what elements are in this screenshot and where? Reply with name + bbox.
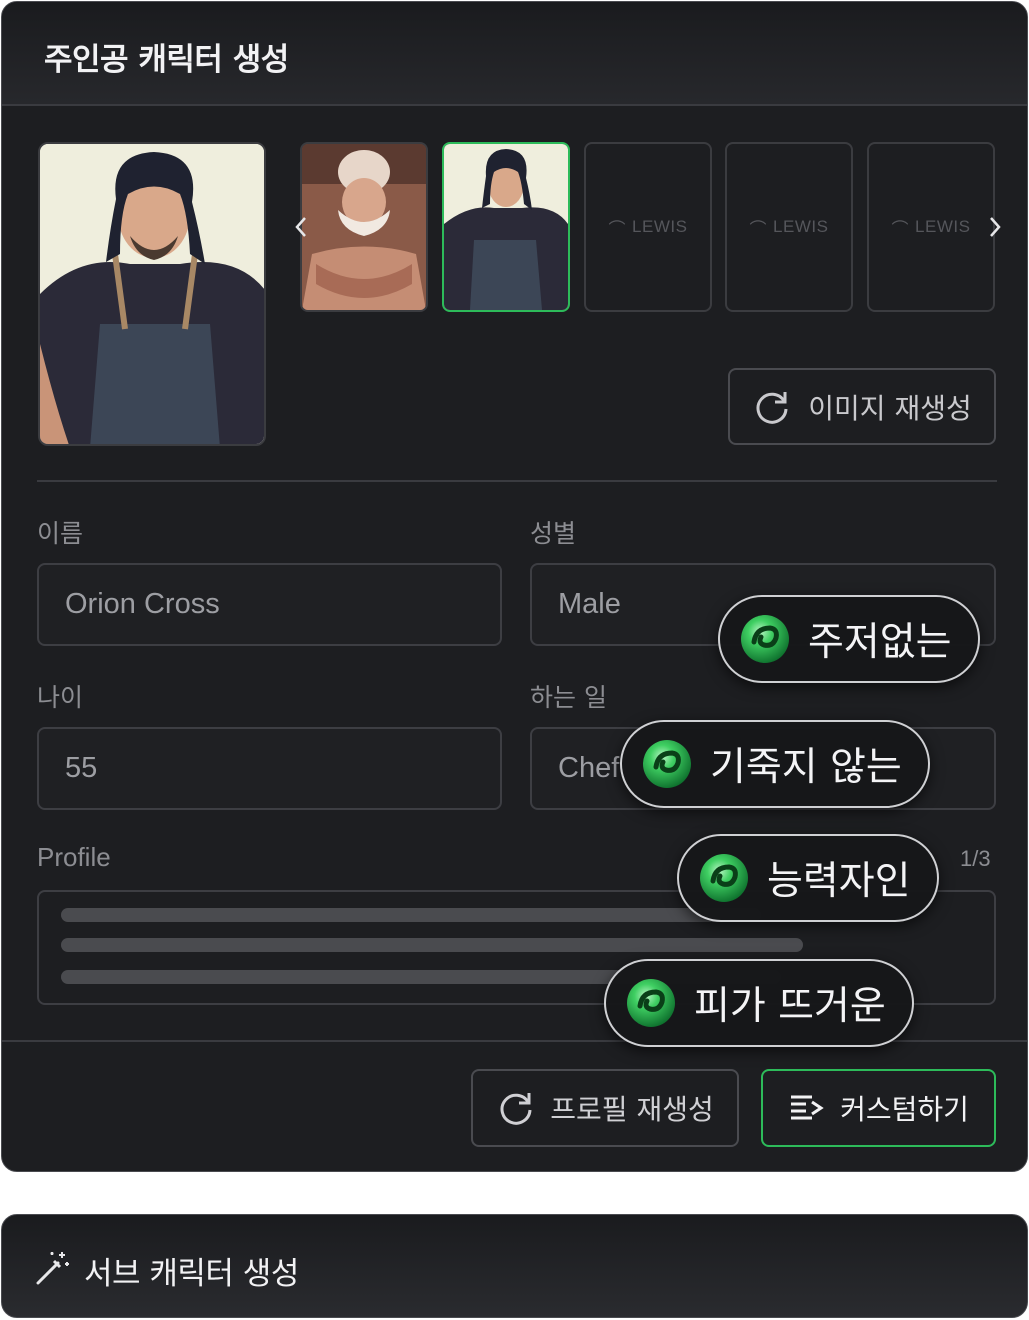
name-label: 이름 — [37, 519, 84, 548]
panel-header: 주인공 캐릭터 생성 — [2, 2, 1027, 106]
trait-chip[interactable]: 주저없는 — [718, 595, 980, 683]
name-field[interactable]: Orion Cross — [37, 563, 502, 646]
chevron-left-icon[interactable] — [288, 202, 314, 252]
swirl-icon — [643, 740, 691, 788]
main-portrait-image — [38, 142, 266, 446]
regenerate-image-button[interactable]: 이미지 재생성 — [728, 368, 996, 445]
list-edit-icon — [791, 1095, 824, 1120]
profile-counter: 1/3 — [960, 846, 991, 871]
trait-chip-label: 능력자인 — [767, 859, 911, 904]
chevron-right-icon[interactable] — [982, 202, 1008, 252]
customize-button[interactable]: 커스텀하기 — [761, 1069, 996, 1147]
age-field[interactable]: 55 — [37, 727, 502, 810]
regenerate-profile-button[interactable]: 프로필 재생성 — [471, 1069, 739, 1147]
swirl-icon — [700, 854, 748, 902]
swirl-icon — [627, 979, 675, 1027]
placeholder-logo: ⌒ LEWIS — [749, 217, 829, 239]
gender-label: 성별 — [530, 519, 577, 548]
sub-character-panel[interactable]: 서브 캐릭터 생성 — [1, 1214, 1028, 1318]
trait-chip[interactable]: 능력자인 — [677, 834, 939, 922]
trait-chip[interactable]: 피가 뜨거운 — [604, 959, 914, 1047]
main-character-panel: 주인공 캐릭터 생성 ⌒ LEWIS ⌒ LEWIS ⌒ LEWIS 이미지 재… — [1, 1, 1028, 1172]
thumbnail-placeholder-3[interactable]: ⌒ LEWIS — [867, 142, 995, 312]
trait-chip-label: 주저없는 — [808, 620, 952, 665]
trait-chip[interactable]: 기죽지 않는 — [620, 720, 930, 808]
thumbnail-placeholder-1[interactable]: ⌒ LEWIS — [584, 142, 712, 312]
thumbnail-selected-man[interactable] — [442, 142, 570, 312]
customize-label: 커스텀하기 — [840, 1093, 969, 1126]
magic-wand-icon — [36, 1252, 69, 1285]
age-label: 나이 — [37, 683, 84, 712]
refresh-icon — [500, 1093, 532, 1125]
trait-chip-label: 기죽지 않는 — [710, 745, 902, 790]
regenerate-profile-label: 프로필 재생성 — [550, 1093, 714, 1126]
swirl-icon — [741, 615, 789, 663]
profile-label: Profile — [37, 842, 111, 872]
thumbnail-placeholder-2[interactable]: ⌒ LEWIS — [725, 142, 853, 312]
regenerate-image-label: 이미지 재생성 — [808, 391, 972, 425]
sub-panel-title: 서브 캐릭터 생성 — [84, 1256, 299, 1292]
placeholder-logo: ⌒ LEWIS — [608, 217, 688, 239]
panel-title: 주인공 캐릭터 생성 — [44, 42, 289, 78]
placeholder-logo: ⌒ LEWIS — [891, 217, 971, 239]
skeleton-line — [61, 908, 761, 922]
thumbnail-chef[interactable] — [300, 142, 428, 312]
skeleton-line — [61, 938, 803, 952]
job-label: 하는 일 — [530, 683, 607, 712]
refresh-icon — [756, 391, 788, 424]
trait-chip-label: 피가 뜨거운 — [694, 984, 886, 1029]
divider — [37, 480, 997, 482]
